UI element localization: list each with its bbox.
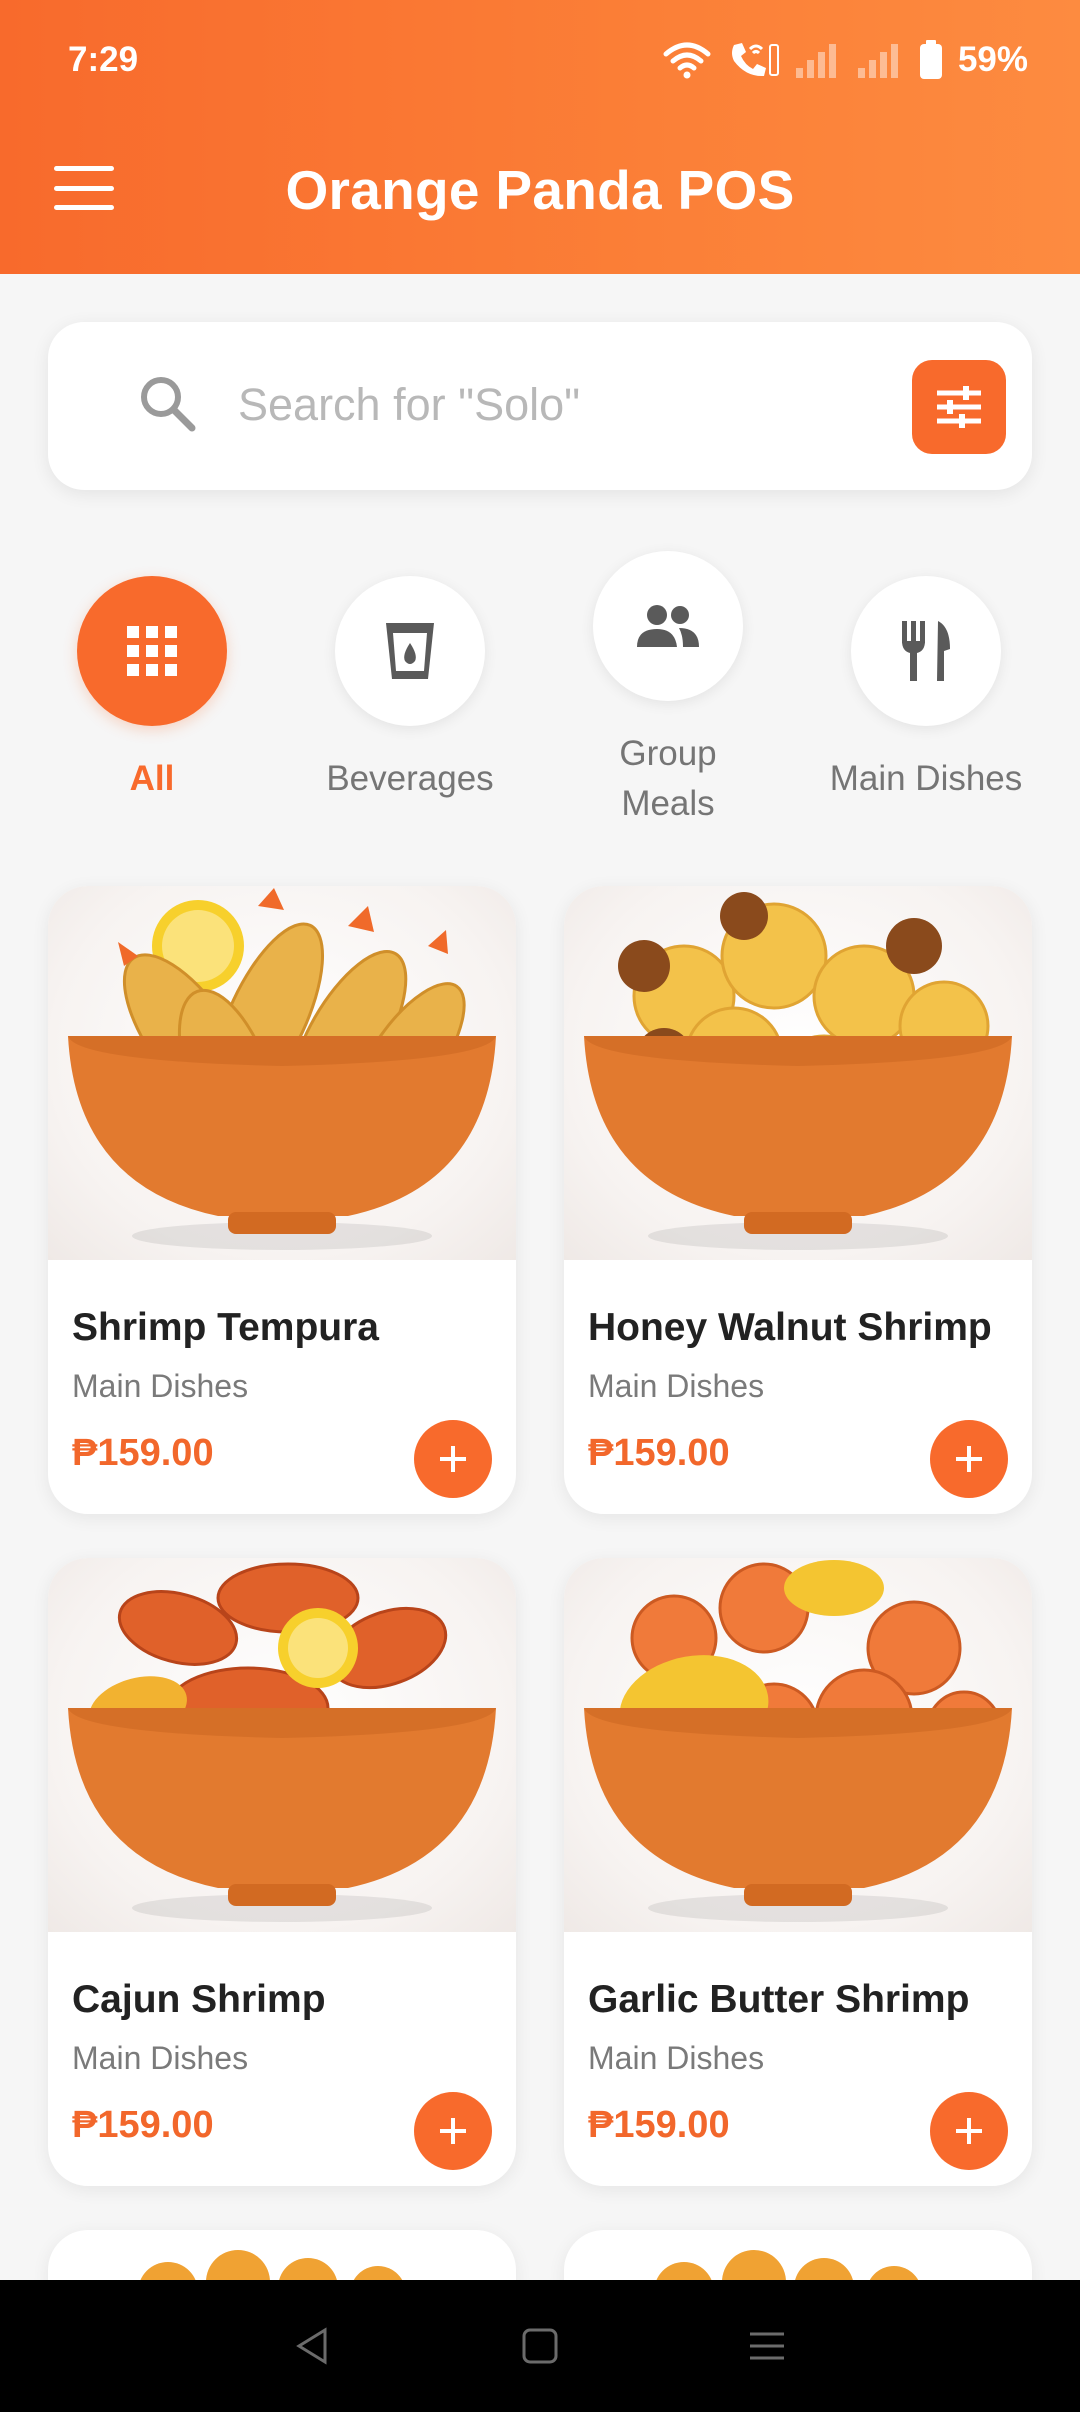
grid-icon xyxy=(127,626,177,676)
recents-icon xyxy=(749,2332,784,2360)
fork-knife-icon xyxy=(902,621,950,681)
add-to-cart-button[interactable] xyxy=(414,2092,492,2170)
category-group-meals[interactable]: Group Meals xyxy=(553,551,783,829)
category-circle xyxy=(77,576,227,726)
system-nav-bar xyxy=(0,2280,1080,2412)
category-beverages[interactable]: Beverages xyxy=(295,576,525,804)
app-header: 7:29 59% Orange Panda POS xyxy=(0,0,1080,274)
signal-icon xyxy=(795,44,836,78)
signal-icon xyxy=(857,44,898,78)
search-input[interactable] xyxy=(238,370,918,440)
product-image xyxy=(48,1558,516,1932)
home-icon xyxy=(522,2328,558,2364)
recents-button[interactable] xyxy=(727,2306,807,2386)
app-title: Orange Panda POS xyxy=(285,159,795,221)
product-image xyxy=(48,886,516,1260)
status-icons: 59% xyxy=(662,38,1028,82)
category-label: Group Meals xyxy=(619,734,717,823)
product-category: Main Dishes xyxy=(72,1368,249,1404)
back-icon xyxy=(296,2327,327,2365)
plus-icon xyxy=(956,1446,982,1472)
product-card[interactable]: Garlic Butter Shrimp Main Dishes ₱159.00 xyxy=(564,1558,1032,2186)
category-circle xyxy=(851,576,1001,726)
product-name: Shrimp Tempura xyxy=(72,1306,379,1349)
plus-icon xyxy=(440,1446,466,1472)
product-image xyxy=(564,886,1032,1260)
product-card[interactable]: Shrimp Tempura Main Dishes ₱159.00 xyxy=(48,886,516,1514)
plus-icon xyxy=(440,2118,466,2144)
category-label: All xyxy=(129,759,175,798)
filter-button[interactable] xyxy=(912,360,1006,454)
category-main-dishes[interactable]: Main Dishes xyxy=(811,576,1041,804)
search-icon xyxy=(141,377,196,432)
product-price: ₱159.00 xyxy=(72,1432,214,1474)
add-to-cart-button[interactable] xyxy=(930,1420,1008,1498)
category-circle xyxy=(593,551,743,701)
product-category: Main Dishes xyxy=(588,2040,765,2076)
product-category: Main Dishes xyxy=(72,2040,249,2076)
battery-icon xyxy=(919,40,942,79)
product-category: Main Dishes xyxy=(588,1368,765,1404)
product-name: Honey Walnut Shrimp xyxy=(588,1306,992,1349)
category-circle xyxy=(335,576,485,726)
product-price: ₱159.00 xyxy=(588,2104,730,2146)
category-label: Beverages xyxy=(326,759,494,798)
wifi-icon xyxy=(663,42,711,79)
category-label: Main Dishes xyxy=(829,759,1023,798)
product-price: ₱159.00 xyxy=(588,1432,730,1474)
home-button[interactable] xyxy=(500,2306,580,2386)
product-card[interactable]: Cajun Shrimp Main Dishes ₱159.00 xyxy=(48,1558,516,2186)
group-people-icon xyxy=(637,605,699,647)
add-to-cart-button[interactable] xyxy=(414,1420,492,1498)
product-card[interactable]: Honey Walnut Shrimp Main Dishes ₱159.00 xyxy=(564,886,1032,1514)
status-time: 7:29 xyxy=(68,40,139,79)
wifi-calling-icon xyxy=(731,43,779,77)
cup-icon xyxy=(386,623,434,679)
product-image xyxy=(564,1558,1032,1932)
search-bar xyxy=(48,322,1032,490)
plus-icon xyxy=(956,2118,982,2144)
app-screen: 7:29 59% Orange Panda POS Search for "So… xyxy=(0,0,1080,2412)
product-name: Garlic Butter Shrimp xyxy=(588,1978,970,2021)
filter-sliders-icon xyxy=(937,386,981,428)
category-all[interactable]: All xyxy=(37,576,267,804)
battery-percent: 59% xyxy=(957,40,1028,79)
add-to-cart-button[interactable] xyxy=(930,2092,1008,2170)
back-button[interactable] xyxy=(273,2306,353,2386)
product-name: Cajun Shrimp xyxy=(72,1978,326,2021)
product-price: ₱159.00 xyxy=(72,2104,214,2146)
